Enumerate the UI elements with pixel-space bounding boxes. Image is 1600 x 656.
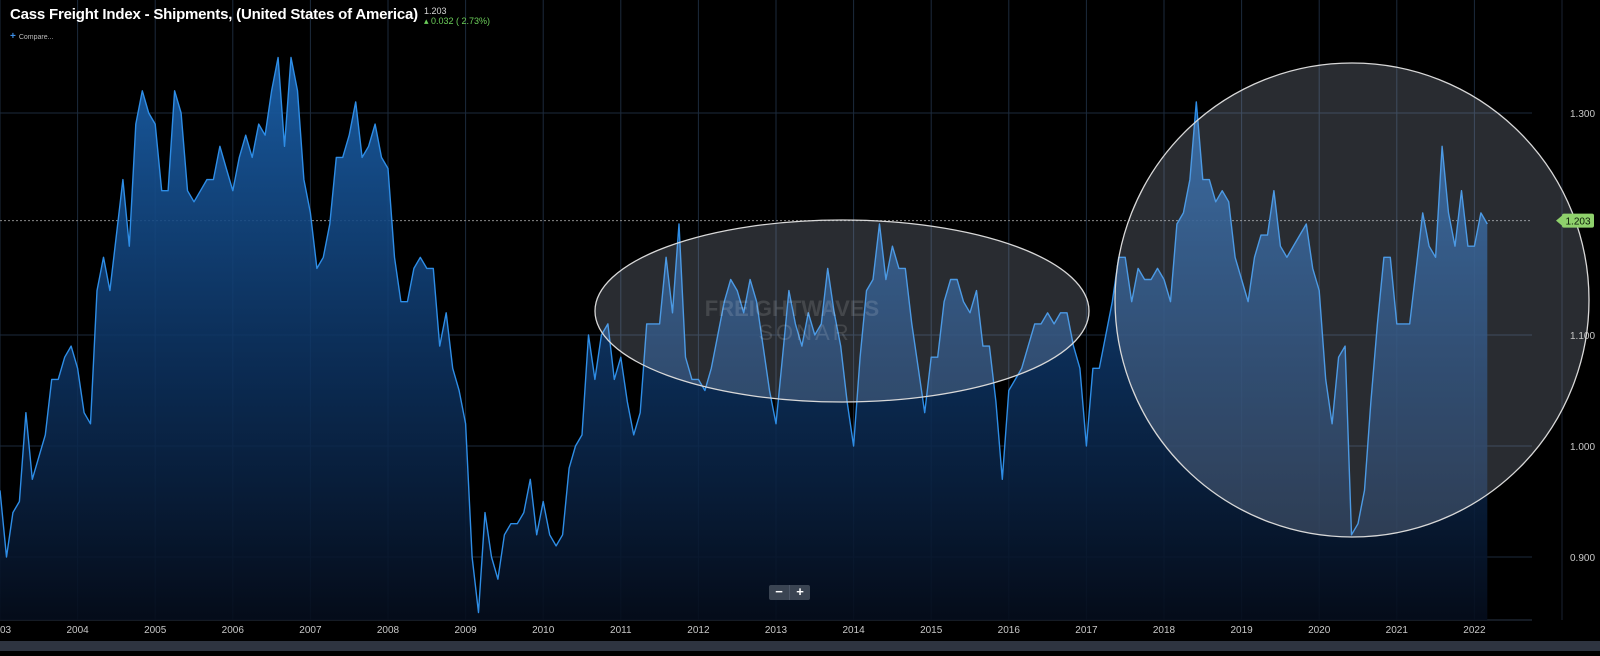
quote-box: 1.203 ▴ 0.032 ( 2.73%) bbox=[424, 6, 490, 26]
x-tick-label: 2015 bbox=[920, 625, 943, 636]
bottom-scrollbar[interactable] bbox=[0, 641, 1600, 651]
x-tick-label: 2011 bbox=[610, 625, 632, 636]
x-tick-label: 2022 bbox=[1463, 625, 1486, 636]
last-value-tag-text: 1.203 bbox=[1565, 217, 1590, 228]
zoom-in-button[interactable]: + bbox=[789, 585, 810, 600]
zoom-out-button[interactable]: − bbox=[769, 585, 789, 600]
x-tick-label: 2006 bbox=[222, 625, 245, 636]
watermark-sonar: SONAR bbox=[758, 320, 851, 345]
chart: FREIGHTWAVES SONAR 2003 2004 2005 2006 2007 2… bbox=[0, 0, 1600, 651]
x-tick-label: 2010 bbox=[532, 625, 555, 636]
x-tick-label: 2013 bbox=[765, 625, 788, 636]
x-tick-label: 2020 bbox=[1308, 625, 1331, 636]
x-tick-label: 2004 bbox=[66, 625, 89, 636]
x-tick-label: 2018 bbox=[1153, 625, 1176, 636]
last-value-text: 1.203 bbox=[423, 6, 447, 16]
y-tick-label: 0.900 bbox=[1570, 553, 1595, 564]
up-arrow-icon: ▴ bbox=[423, 16, 429, 26]
x-tick-label: 2021 bbox=[1386, 625, 1409, 636]
x-tick-label: 2007 bbox=[299, 625, 322, 636]
compare-label: Compare... bbox=[18, 33, 54, 41]
plus-icon: + bbox=[10, 31, 16, 42]
zoom-controls: − + bbox=[769, 585, 810, 600]
change-value: 0.032 ( 2.73%) bbox=[430, 16, 491, 26]
chart-header: Cass Freight Index - Shipments, (United … bbox=[10, 5, 490, 26]
x-tick-label: 2019 bbox=[1230, 625, 1253, 636]
chart-svg: FREIGHTWAVES SONAR 2003 2004 2005 2006 2007 2… bbox=[0, 0, 1595, 636]
change-text: ▴ 0.032 ( 2.73%) bbox=[424, 16, 490, 26]
x-tick-label: 2014 bbox=[842, 625, 865, 636]
compare-button[interactable]: + Compare... bbox=[10, 31, 54, 42]
y-tick-label: 1.100 bbox=[1570, 331, 1595, 342]
x-tick-label: 2016 bbox=[998, 625, 1021, 636]
x-tick-label: 2008 bbox=[377, 625, 400, 636]
x-tick-label: 2017 bbox=[1075, 625, 1098, 636]
x-tick-label: 2009 bbox=[454, 625, 477, 636]
x-tick-label: 2003 bbox=[0, 625, 12, 636]
y-tick-label: 1.300 bbox=[1570, 109, 1595, 120]
x-tick-label: 2012 bbox=[687, 625, 710, 636]
highlight-circle-2017-2022 bbox=[1114, 62, 1590, 538]
x-tick-label: 2005 bbox=[144, 625, 167, 636]
y-tick-label: 1.000 bbox=[1570, 442, 1595, 453]
chart-title: Cass Freight Index - Shipments, (United … bbox=[10, 6, 418, 23]
watermark-freightwaves: FREIGHTWAVES bbox=[705, 296, 879, 321]
